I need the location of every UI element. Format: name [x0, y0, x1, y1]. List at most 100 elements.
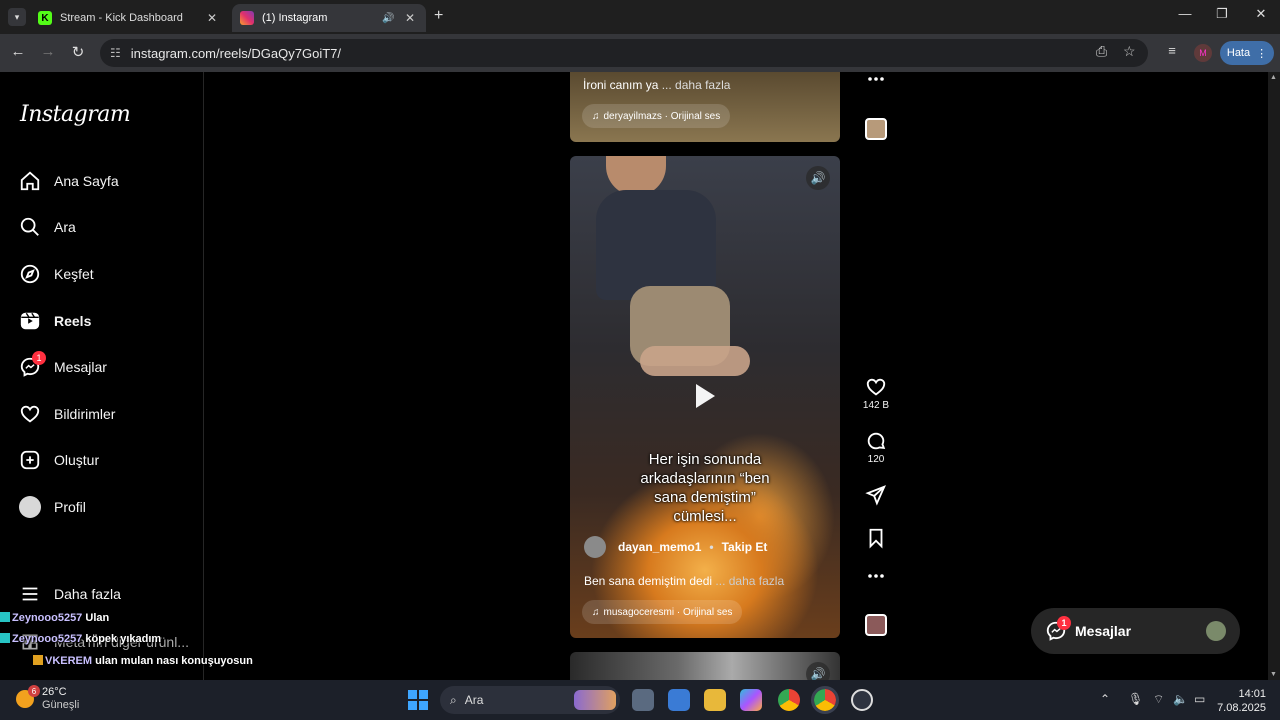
sidebar-item-label: Keşfet [54, 266, 94, 282]
audio-pill[interactable]: ♫ musagoceresmi · Orijinal ses [582, 600, 743, 624]
bookmark-star-icon[interactable]: ☆ [1123, 43, 1136, 60]
comment-count: 120 [867, 454, 885, 465]
scroll-up-icon[interactable]: ▲ [1270, 74, 1277, 81]
file-explorer-icon[interactable] [704, 689, 726, 711]
error-label: Hata [1226, 47, 1251, 59]
restore-icon[interactable]: ❐ [1207, 6, 1237, 22]
more-options-icon[interactable] [860, 573, 892, 579]
store-icon[interactable] [668, 689, 690, 711]
chrome-profile-icon[interactable] [811, 686, 839, 714]
window-close-icon[interactable]: ✕ [1246, 6, 1276, 22]
next-reel[interactable]: 🔊 [570, 652, 840, 680]
sidebar-item-messages[interactable]: 1 Mesajlar [18, 351, 107, 381]
messenger-icon: 1 [1045, 616, 1071, 642]
tab-kick-dashboard[interactable]: K Stream - Kick Dashboard ✕ [30, 4, 228, 32]
error-button[interactable]: Hata ⋮ [1220, 41, 1274, 65]
clock-time: 14:01 [1238, 688, 1266, 700]
wifi-icon[interactable]: ⌔ [1153, 692, 1164, 707]
instagram-logo[interactable]: Instagram [20, 102, 131, 127]
taskbar: 6 26°C Güneşli ⌕ Ara ⌃ 🎙 ⌔ 🔈 ▭ 14:01 7.0… [0, 680, 1280, 720]
microphone-icon[interactable]: 🎙 [1128, 692, 1143, 706]
reload-icon[interactable]: ↻ [68, 43, 88, 61]
comment-button[interactable]: 120 [860, 430, 892, 465]
contact-avatar [1206, 621, 1226, 641]
messages-floating-button[interactable]: 1 Mesajlar [1031, 608, 1240, 654]
audio-label: musagoceresmi · Orijinal ses [603, 606, 733, 618]
close-tab-icon[interactable]: ✕ [402, 11, 418, 25]
previous-reel[interactable]: İroni canım ya ... daha fazla ♫ deryayil… [570, 72, 840, 142]
weather-widget[interactable]: 6 26°C Güneşli [16, 685, 80, 712]
compass-icon [18, 262, 42, 286]
taskbar-search[interactable]: ⌕ Ara [440, 686, 620, 714]
sidebar-item-reels[interactable]: Reels [18, 307, 91, 335]
reel-video[interactable]: 🔊 Her işin sonunda arkadaşlarının “ben s… [570, 156, 840, 638]
tab-search-button[interactable]: ▾ [8, 8, 26, 26]
battery-icon[interactable]: ▭ [1194, 692, 1205, 706]
prev-audio-thumbnail[interactable] [860, 118, 892, 140]
sun-icon: 6 [16, 685, 40, 708]
separator-dot: • [709, 540, 714, 554]
follow-button[interactable]: Takip Et [722, 540, 768, 554]
sidebar-item-create[interactable]: Oluştur [18, 446, 99, 474]
reel-caption: Ben sana demiştim dedi ... daha fazla [584, 574, 784, 588]
overlay-line: sana demiştim” [654, 489, 756, 506]
like-button[interactable]: 142 B [860, 376, 892, 411]
site-info-icon[interactable]: ☷ [110, 46, 121, 60]
install-app-icon[interactable]: ⎙ [1096, 43, 1107, 60]
menu-icon [18, 582, 42, 606]
sidebar-item-home[interactable]: Ana Sayfa [18, 167, 119, 195]
minimize-icon[interactable]: — [1170, 6, 1200, 21]
sidebar-item-label: Reels [54, 313, 92, 329]
windows-start-icon[interactable] [408, 690, 428, 710]
chat-message: Zeynooo5257 Ulan [0, 612, 109, 624]
more-link[interactable]: ... daha fazla [662, 78, 731, 92]
audio-pill[interactable]: ♫ deryayilmazs · Orijinal ses [582, 104, 731, 128]
tab-instagram[interactable]: (1) Instagram 🔊 ✕ [232, 4, 426, 32]
profile-avatar[interactable]: M [1194, 44, 1212, 62]
audio-label: deryayilmazs · Orijinal ses [603, 110, 721, 122]
new-tab-button[interactable]: + [434, 7, 443, 25]
clock[interactable]: 14:01 7.08.2025 [1216, 687, 1266, 715]
prev-more-options-icon[interactable] [860, 76, 892, 82]
weather-desc: Güneşli [42, 699, 80, 711]
plus-square-icon [18, 448, 42, 472]
kebab-menu-icon: ⋮ [1256, 47, 1268, 60]
obs-icon[interactable] [851, 689, 873, 711]
volume-icon[interactable]: 🔈 [1173, 692, 1188, 706]
sound-toggle-icon[interactable]: 🔊 [806, 662, 830, 680]
sidebar-item-label: Oluştur [54, 452, 100, 468]
share-button[interactable] [860, 484, 892, 506]
like-count: 142 B [862, 400, 890, 411]
task-view-icon[interactable] [632, 689, 654, 711]
sidebar-item-profile[interactable]: Profil [18, 493, 86, 521]
sidebar-item-more[interactable]: Daha fazla [18, 580, 121, 608]
media-control-icon[interactable]: ≡ [1162, 43, 1182, 58]
scroll-down-icon[interactable]: ▼ [1270, 671, 1277, 678]
author-avatar[interactable] [584, 536, 606, 558]
save-button[interactable] [860, 527, 892, 549]
clock-date: 7.08.2025 [1217, 702, 1266, 714]
address-bar[interactable]: ☷ instagram.com/reels/DGaQy7GoiT7/ ⎙ ☆ [100, 39, 1148, 67]
audio-thumbnail[interactable] [860, 614, 892, 636]
play-icon[interactable] [693, 382, 717, 410]
chrome-icon[interactable] [778, 689, 800, 711]
more-link[interactable]: ... daha fazla [715, 574, 784, 588]
speaker-icon[interactable]: 🔊 [382, 13, 398, 24]
forward-icon[interactable]: → [38, 43, 58, 60]
back-icon[interactable]: ← [8, 43, 28, 60]
weather-temp: 26°C [42, 686, 67, 698]
weather-badge: 6 [28, 685, 40, 697]
sound-toggle-icon[interactable]: 🔊 [806, 166, 830, 190]
messenger-icon: 1 [18, 351, 46, 379]
sidebar-item-notifications[interactable]: Bildirimler [18, 400, 115, 428]
sidebar-item-search[interactable]: Ara [18, 213, 76, 241]
sidebar-item-explore[interactable]: Keşfet [18, 260, 94, 288]
author-name[interactable]: dayan_memo1 [618, 540, 701, 554]
search-icon: ⌕ [450, 692, 457, 707]
sidebar-item-label: Profil [54, 499, 86, 515]
video-overlay-text: Her işin sonunda arkadaşlarının “ben san… [610, 450, 800, 526]
tray-expand-icon[interactable]: ⌃ [1100, 692, 1110, 706]
close-tab-icon[interactable]: ✕ [204, 11, 220, 25]
copilot-icon[interactable] [740, 689, 762, 711]
page-scrollbar[interactable]: ▲ ▼ [1268, 72, 1280, 680]
